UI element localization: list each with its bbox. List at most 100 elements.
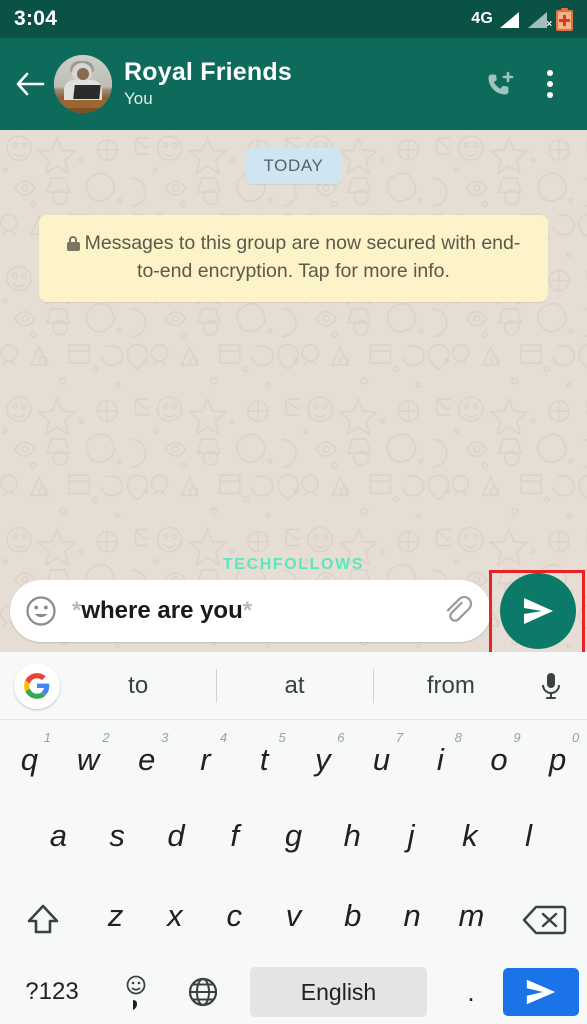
- suggestion-item-1[interactable]: to: [60, 672, 216, 700]
- paperclip-icon[interactable]: [443, 595, 475, 627]
- key-w-label: w: [76, 742, 100, 777]
- key-y[interactable]: 6y: [294, 724, 353, 800]
- bold-marker-close: *: [242, 597, 253, 624]
- language-globe-icon[interactable]: [168, 967, 238, 1017]
- overflow-menu-icon[interactable]: [527, 61, 573, 107]
- key-o-label: o: [490, 742, 508, 777]
- whatsapp-chat-screen: 3:04 4G × Royal Friends You TODAY Messag…: [0, 0, 587, 1024]
- key-w[interactable]: 2w: [59, 724, 118, 800]
- symbols-key-label: ?123: [25, 978, 79, 1005]
- key-u-label: u: [372, 742, 391, 777]
- key-a[interactable]: a: [29, 800, 88, 880]
- emoji-smiley-icon[interactable]: [24, 594, 58, 628]
- key-p[interactable]: 0p: [528, 724, 587, 800]
- status-bar: 3:04 4G ×: [0, 0, 587, 38]
- encryption-notice[interactable]: Messages to this group are now secured w…: [39, 215, 548, 303]
- key-a-label: a: [49, 818, 67, 853]
- key-k[interactable]: k: [440, 800, 499, 880]
- spacebar-key[interactable]: English: [250, 967, 427, 1017]
- back-arrow-icon[interactable]: [8, 62, 52, 106]
- message-body-text: where are you: [81, 597, 243, 624]
- key-v[interactable]: v: [264, 880, 323, 960]
- key-q-number: 1: [43, 730, 51, 745]
- key-d-label: d: [167, 818, 185, 853]
- send-key-icon[interactable]: [503, 968, 579, 1016]
- key-s[interactable]: s: [88, 800, 147, 880]
- key-h[interactable]: h: [323, 800, 382, 880]
- key-e[interactable]: 3e: [117, 724, 176, 800]
- key-r-label: r: [200, 742, 211, 777]
- on-screen-keyboard: to at from 1q 2w 3e 4r 5t 6y 7u 8i 9o 0p: [0, 652, 587, 1024]
- status-icons: 4G ×: [471, 7, 573, 31]
- signal-no-service-icon: ×: [528, 11, 552, 30]
- key-y-number: 6: [337, 730, 345, 745]
- key-m[interactable]: m: [442, 880, 501, 960]
- key-s-label: s: [109, 818, 125, 853]
- key-x[interactable]: x: [145, 880, 204, 960]
- key-o[interactable]: 9o: [470, 724, 529, 800]
- key-t-label: t: [259, 742, 269, 777]
- network-type-label: 4G: [471, 10, 493, 27]
- key-g[interactable]: g: [264, 800, 323, 880]
- key-y-label: y: [315, 742, 331, 777]
- spacebar-label: English: [300, 978, 377, 1005]
- chat-participants: You: [124, 88, 153, 108]
- key-r[interactable]: 4r: [176, 724, 235, 800]
- key-u[interactable]: 7u: [352, 724, 411, 800]
- emoji-comma-key[interactable]: [104, 967, 168, 1017]
- key-n[interactable]: n: [382, 880, 441, 960]
- message-input-text[interactable]: *where are you*: [72, 597, 443, 625]
- key-i-number: 8: [454, 730, 462, 745]
- key-j[interactable]: j: [382, 800, 441, 880]
- key-i[interactable]: 8i: [411, 724, 470, 800]
- backspace-icon[interactable]: [501, 880, 587, 960]
- bold-marker-open: *: [72, 597, 82, 624]
- key-l[interactable]: l: [499, 800, 558, 880]
- keyboard-row-1: 1q 2w 3e 4r 5t 6y 7u 8i 9o 0p: [0, 720, 587, 800]
- shift-icon[interactable]: [0, 880, 86, 960]
- key-e-label: e: [138, 742, 156, 777]
- key-i-label: i: [436, 742, 444, 777]
- date-divider: TODAY: [245, 148, 342, 184]
- signal-full-icon: [500, 11, 521, 28]
- key-z[interactable]: z: [86, 880, 145, 960]
- key-l-label: l: [525, 818, 533, 853]
- key-z-label: z: [107, 898, 124, 933]
- key-k-label: k: [462, 818, 478, 853]
- key-p-label: p: [549, 742, 567, 777]
- composer[interactable]: *where are you*: [10, 580, 491, 642]
- key-q[interactable]: 1q: [0, 724, 59, 800]
- microphone-icon[interactable]: [529, 670, 573, 702]
- key-t[interactable]: 5t: [235, 724, 294, 800]
- key-e-number: 3: [161, 730, 169, 745]
- keyboard-row-4: ?123 English .: [0, 960, 587, 1024]
- key-f[interactable]: f: [205, 800, 264, 880]
- avatar[interactable]: [54, 55, 112, 113]
- chat-message-area: TODAY Messages to this group are now sec…: [0, 130, 587, 652]
- key-v-label: v: [285, 898, 302, 933]
- status-time: 3:04: [14, 7, 58, 30]
- key-q-label: q: [20, 742, 38, 777]
- key-c[interactable]: c: [205, 880, 264, 960]
- key-x-label: x: [167, 898, 183, 933]
- send-button[interactable]: [500, 573, 576, 649]
- header-actions: [477, 61, 573, 107]
- suggestion-item-2[interactable]: at: [216, 672, 372, 700]
- key-p-number: 0: [572, 730, 580, 745]
- key-b-label: b: [344, 898, 362, 933]
- suggestion-item-3[interactable]: from: [373, 672, 529, 700]
- add-call-icon[interactable]: [477, 61, 523, 107]
- suggestion-strip: to at from: [0, 652, 587, 720]
- key-r-number: 4: [219, 730, 228, 745]
- chat-header: Royal Friends You: [0, 38, 587, 130]
- battery-charging-icon: [556, 7, 573, 31]
- google-logo-icon[interactable]: [14, 662, 60, 709]
- symbols-key[interactable]: ?123: [0, 967, 104, 1017]
- period-key[interactable]: .: [439, 967, 503, 1017]
- key-m-label: m: [458, 898, 485, 933]
- chat-title-block[interactable]: Royal Friends You: [124, 58, 292, 110]
- key-n-label: n: [403, 898, 421, 933]
- key-d[interactable]: d: [147, 800, 206, 880]
- key-f-label: f: [230, 818, 240, 853]
- key-b[interactable]: b: [323, 880, 382, 960]
